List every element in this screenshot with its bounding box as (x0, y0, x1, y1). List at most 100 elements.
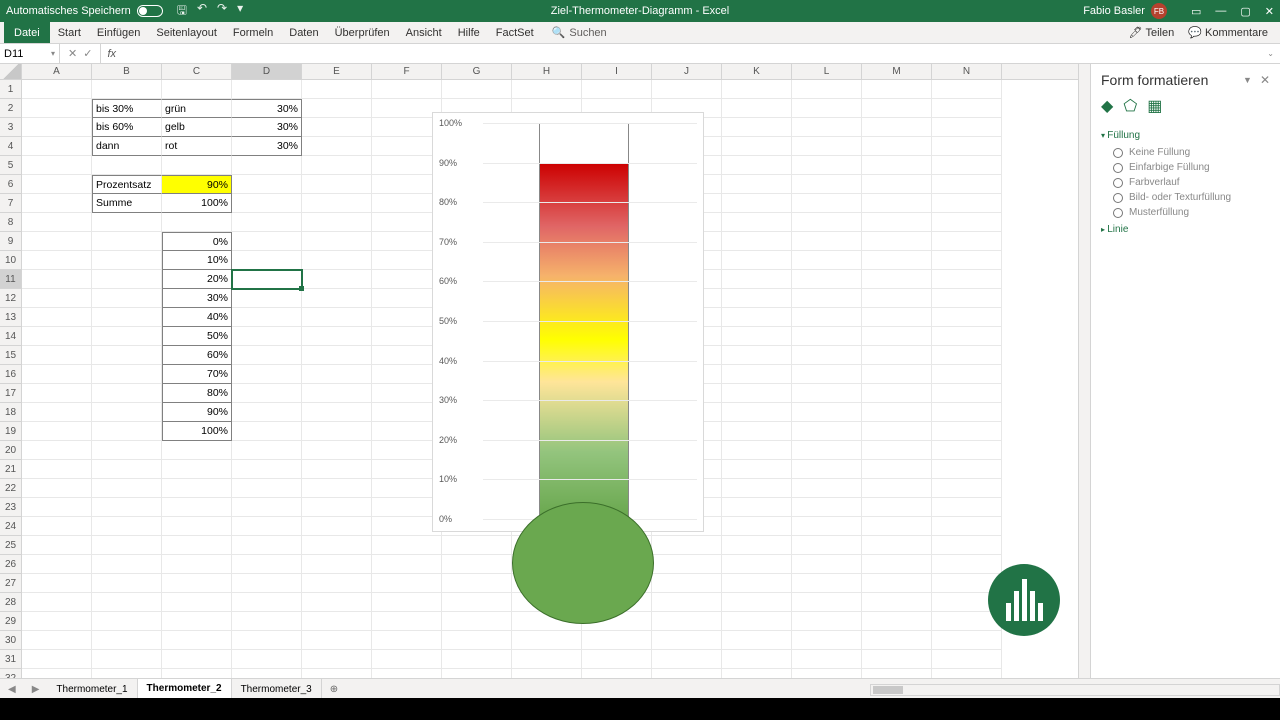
cell-J29[interactable] (652, 612, 722, 631)
cell-N10[interactable] (932, 251, 1002, 270)
col-header[interactable]: B (92, 64, 162, 79)
cell-K21[interactable] (722, 460, 792, 479)
thermometer-bulb-shape[interactable] (512, 502, 654, 624)
cell-E16[interactable] (302, 365, 372, 384)
minimize-icon[interactable]: ― (1215, 5, 1226, 17)
save-icon[interactable]: 🖫 (177, 1, 187, 22)
row-header[interactable]: 17 (0, 384, 22, 403)
close-icon[interactable]: ✕ (1265, 5, 1274, 18)
cell-B26[interactable] (92, 555, 162, 574)
cell-N15[interactable] (932, 346, 1002, 365)
cell-M10[interactable] (862, 251, 932, 270)
cell-H30[interactable] (512, 631, 582, 650)
cell-D7[interactable] (232, 194, 302, 213)
select-all-corner[interactable] (0, 64, 22, 79)
cell-E25[interactable] (302, 536, 372, 555)
cell-C11[interactable]: 20% (162, 270, 232, 289)
cell-A28[interactable] (22, 593, 92, 612)
cell-N22[interactable] (932, 479, 1002, 498)
row-header[interactable]: 1 (0, 80, 22, 99)
col-header[interactable]: K (722, 64, 792, 79)
cell-E5[interactable] (302, 156, 372, 175)
cell-C23[interactable] (162, 498, 232, 517)
fill-section[interactable]: Füllung (1101, 130, 1270, 141)
cell-D22[interactable] (232, 479, 302, 498)
cell-L17[interactable] (792, 384, 862, 403)
cell-K4[interactable] (722, 137, 792, 156)
cell-E7[interactable] (302, 194, 372, 213)
cell-G29[interactable] (442, 612, 512, 631)
cell-C14[interactable]: 50% (162, 327, 232, 346)
cell-M17[interactable] (862, 384, 932, 403)
cell-L30[interactable] (792, 631, 862, 650)
cell-B1[interactable] (92, 80, 162, 99)
cell-E15[interactable] (302, 346, 372, 365)
cell-D10[interactable] (232, 251, 302, 270)
cell-E10[interactable] (302, 251, 372, 270)
cell-G31[interactable] (442, 650, 512, 669)
cell-C13[interactable]: 40% (162, 308, 232, 327)
cell-M32[interactable] (862, 669, 932, 678)
cell-L23[interactable] (792, 498, 862, 517)
cell-E21[interactable] (302, 460, 372, 479)
cell-N8[interactable] (932, 213, 1002, 232)
cell-M22[interactable] (862, 479, 932, 498)
cell-M4[interactable] (862, 137, 932, 156)
cell-C29[interactable] (162, 612, 232, 631)
cell-L24[interactable] (792, 517, 862, 536)
cell-B17[interactable] (92, 384, 162, 403)
cell-N7[interactable] (932, 194, 1002, 213)
cell-K17[interactable] (722, 384, 792, 403)
cell-B31[interactable] (92, 650, 162, 669)
cell-F26[interactable] (372, 555, 442, 574)
cell-C21[interactable] (162, 460, 232, 479)
cell-J31[interactable] (652, 650, 722, 669)
cell-D19[interactable] (232, 422, 302, 441)
cell-C15[interactable]: 60% (162, 346, 232, 365)
thermometer-chart[interactable]: 0%10%20%30%40%50%60%70%80%90%100% (432, 112, 704, 532)
row-header[interactable]: 22 (0, 479, 22, 498)
cell-A2[interactable] (22, 99, 92, 118)
cell-M16[interactable] (862, 365, 932, 384)
cell-A21[interactable] (22, 460, 92, 479)
cell-L8[interactable] (792, 213, 862, 232)
cell-B14[interactable] (92, 327, 162, 346)
cell-I31[interactable] (582, 650, 652, 669)
cell-N11[interactable] (932, 270, 1002, 289)
cell-C32[interactable] (162, 669, 232, 678)
cell-D21[interactable] (232, 460, 302, 479)
user-account[interactable]: Fabio Basler FB (1083, 3, 1167, 19)
sheet-tab[interactable]: Thermometer_2 (138, 679, 232, 700)
cell-D11[interactable] (232, 270, 302, 289)
cell-D28[interactable] (232, 593, 302, 612)
cell-B19[interactable] (92, 422, 162, 441)
cell-L25[interactable] (792, 536, 862, 555)
vertical-scrollbar[interactable] (1078, 64, 1090, 678)
cell-N17[interactable] (932, 384, 1002, 403)
cell-M1[interactable] (862, 80, 932, 99)
cell-F32[interactable] (372, 669, 442, 678)
cell-I32[interactable] (582, 669, 652, 678)
cell-A10[interactable] (22, 251, 92, 270)
cell-D18[interactable] (232, 403, 302, 422)
cell-A29[interactable] (22, 612, 92, 631)
cell-G1[interactable] (442, 80, 512, 99)
cell-A23[interactable] (22, 498, 92, 517)
cell-L11[interactable] (792, 270, 862, 289)
share-button[interactable]: 🖊 Teilen (1129, 26, 1175, 39)
cell-K3[interactable] (722, 118, 792, 137)
cell-M11[interactable] (862, 270, 932, 289)
cell-K27[interactable] (722, 574, 792, 593)
cell-D5[interactable] (232, 156, 302, 175)
cell-B23[interactable] (92, 498, 162, 517)
cell-E17[interactable] (302, 384, 372, 403)
cell-A27[interactable] (22, 574, 92, 593)
cell-E27[interactable] (302, 574, 372, 593)
row-header[interactable]: 32 (0, 669, 22, 678)
horizontal-scrollbar[interactable] (870, 684, 1280, 696)
cell-K14[interactable] (722, 327, 792, 346)
cell-N4[interactable] (932, 137, 1002, 156)
cell-N24[interactable] (932, 517, 1002, 536)
fx-icon[interactable]: fx (101, 48, 122, 60)
cell-D24[interactable] (232, 517, 302, 536)
